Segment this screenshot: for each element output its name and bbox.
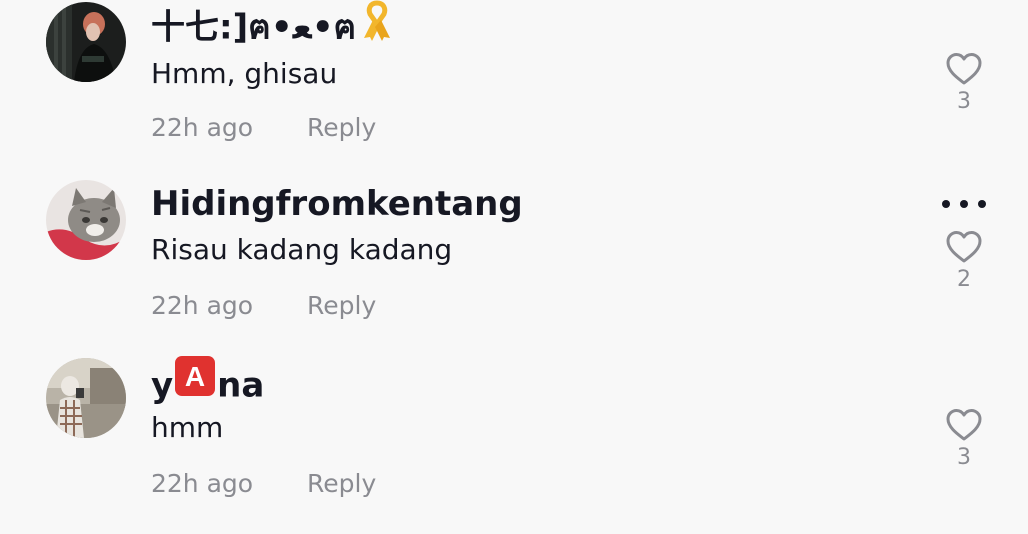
comment-item: y A na hmm 22h ago Reply 3	[0, 356, 1028, 534]
comment-text: Hmm, ghisau	[151, 57, 338, 90]
avatar[interactable]	[46, 358, 126, 438]
comment-username[interactable]: y A na	[151, 355, 264, 413]
comment-timestamp: 22h ago	[151, 113, 254, 142]
comment-meta: 22h ago Reply	[151, 286, 376, 326]
comment-timestamp: 22h ago	[151, 469, 254, 498]
comment-meta: 22h ago Reply	[151, 108, 376, 148]
comment-meta: 22h ago Reply	[151, 464, 376, 504]
avatar[interactable]	[46, 2, 126, 82]
yellow-ribbon-icon	[360, 0, 394, 55]
reply-button[interactable]: Reply	[307, 108, 376, 148]
avatar[interactable]	[46, 180, 126, 260]
dot	[960, 200, 968, 208]
reply-button[interactable]: Reply	[307, 464, 376, 504]
like-count: 2	[957, 267, 971, 292]
like-count: 3	[957, 89, 971, 114]
like-button[interactable]: 2	[942, 230, 986, 294]
dot	[978, 200, 986, 208]
comment-item: Hidingfromkentang Risau kadang kadang 22…	[0, 178, 1028, 356]
comment-text: hmm	[151, 411, 224, 444]
heart-icon	[942, 230, 986, 264]
comment-username[interactable]: Hidingfromkentang	[151, 180, 523, 228]
badge-letter: A	[185, 361, 205, 392]
comment-username[interactable]: 十七:]ฅ•ﻌ•ฅ	[151, 0, 394, 55]
more-options-icon[interactable]	[941, 194, 987, 214]
heart-icon	[942, 52, 986, 86]
comment-item: 十七:]ฅ•ﻌ•ฅ Hmm, ghisau 22h ago Reply 3	[0, 0, 1028, 178]
heart-icon	[942, 408, 986, 442]
letter-a-badge: A	[174, 355, 216, 410]
dot	[942, 200, 950, 208]
like-button[interactable]: 3	[942, 408, 986, 472]
like-count: 3	[957, 445, 971, 470]
comment-timestamp: 22h ago	[151, 291, 254, 320]
like-button[interactable]: 3	[942, 52, 986, 116]
reply-button[interactable]: Reply	[307, 286, 376, 326]
comment-text: Risau kadang kadang	[151, 233, 453, 266]
